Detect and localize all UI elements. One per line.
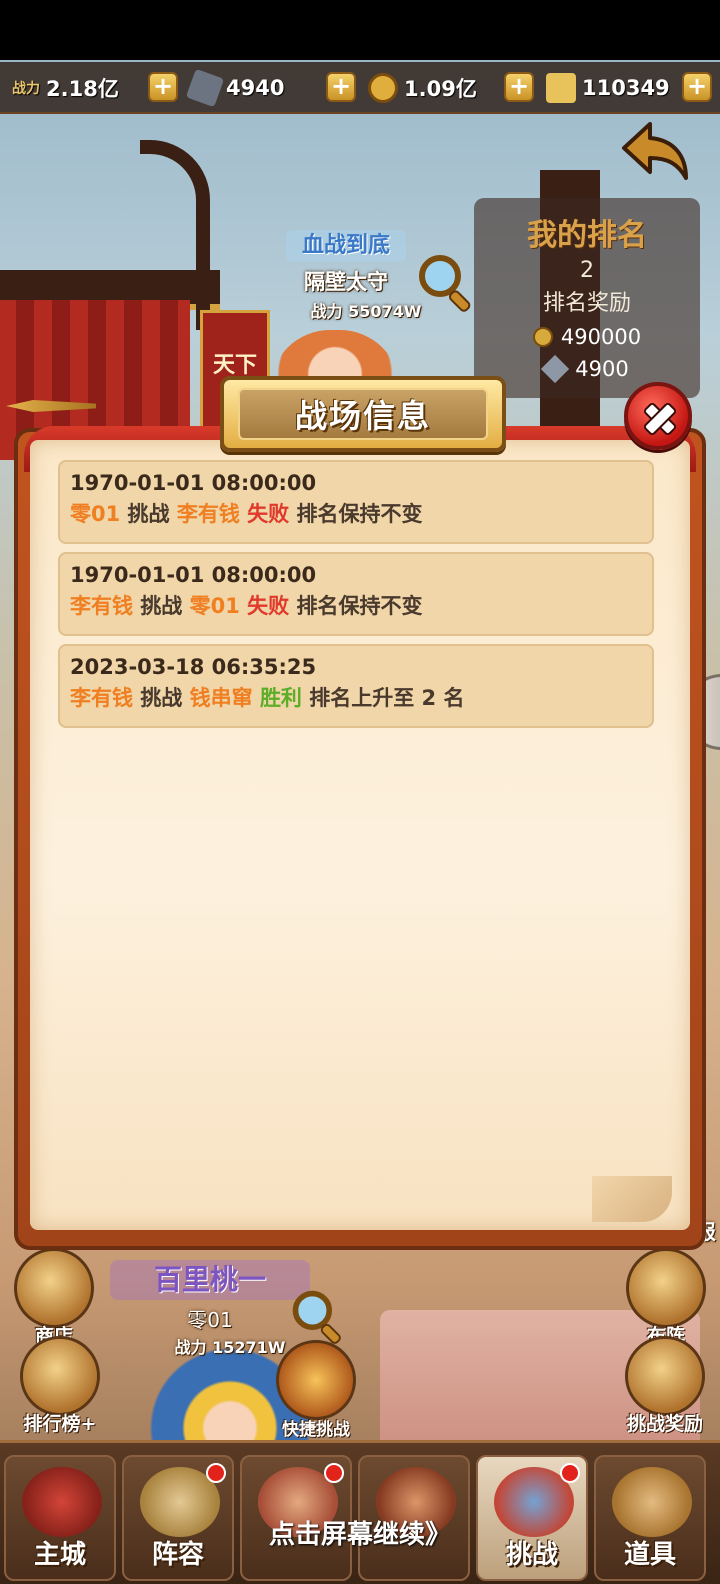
record-result: 胜利 [259, 686, 302, 710]
coin-reward: 490000 [474, 325, 700, 349]
gem-display: 4940 [185, 68, 285, 108]
record-result: 失败 [247, 502, 290, 526]
inspect-magnifier-icon[interactable] [414, 250, 478, 314]
challenge-reward-label: 挑战奖励 [626, 1413, 703, 1435]
add-power-button[interactable]: + [148, 72, 178, 102]
notification-dot [206, 1463, 226, 1483]
my-rank-panel: 我的排名 2 排名奖励 490000 4900 [474, 198, 700, 398]
honor-display: 110349 [546, 70, 670, 106]
player-magnifier-icon[interactable] [288, 1286, 348, 1346]
shop-icon [14, 1248, 94, 1328]
battle-record-row: 2023-03-18 06:35:25 李有钱 挑战 钱串窜 胜利 排名上升至 2… [58, 644, 654, 728]
my-rank-title: 我的排名 [527, 218, 647, 253]
treasure-chest-icon [625, 1336, 705, 1416]
gem-icon [541, 354, 570, 384]
leaderboard-icon [20, 1336, 100, 1416]
leaderboard-button[interactable]: 排行榜+ [8, 1336, 112, 1436]
record-effect: 排名保持不变 [296, 502, 423, 526]
record-verb: 挑战 [140, 594, 183, 618]
power-value: 2.18亿 [46, 77, 119, 101]
record-attacker: 李有钱 [70, 686, 133, 710]
record-summary: 李有钱 挑战 钱串窜 胜利 排名上升至 2 名 [70, 682, 642, 714]
record-attacker: 零01 [70, 502, 121, 526]
record-verb: 挑战 [127, 502, 170, 526]
resource-bar: 战力 2.18亿 + 4940 + 1.09亿 + 110349 + [0, 62, 720, 114]
coin-icon [532, 327, 553, 347]
battle-record-list: 1970-01-01 08:00:00 零01 挑战 李有钱 失败 排名保持不变 1… [58, 460, 654, 736]
back-arrow-icon[interactable] [620, 120, 692, 182]
dialog-title: 战场信息 [294, 397, 431, 435]
record-attacker: 李有钱 [70, 594, 133, 618]
leaderboard-label: 排行榜+ [23, 1413, 97, 1435]
record-time: 2023-03-18 06:35:25 [70, 655, 317, 679]
add-gem-button[interactable]: + [326, 72, 356, 102]
my-rank-value: 2 [580, 258, 594, 283]
power-label: 战力 [12, 81, 40, 97]
gem-icon [185, 68, 225, 108]
coin-display: 1.09亿 [368, 70, 477, 106]
notification-dot [560, 1463, 580, 1483]
opponent-title: 血战到底 [286, 230, 406, 262]
notification-dot [324, 1463, 344, 1483]
honor-value: 110349 [582, 76, 670, 100]
formation-button[interactable]: 布阵 [620, 1248, 712, 1348]
record-result: 失败 [247, 594, 290, 618]
coin-icon [368, 73, 398, 103]
tap-to-continue-hint[interactable]: 点击屏幕继续》 [0, 1514, 720, 1551]
gem-value: 4940 [226, 76, 285, 100]
spear-decoration [6, 400, 96, 412]
coin-value: 1.09亿 [404, 77, 477, 101]
record-time: 1970-01-01 08:00:00 [70, 471, 317, 495]
bottom-nav: 主城 阵容 挑战 道具 [0, 1440, 720, 1584]
opponent-name: 隔壁太守 [304, 270, 388, 294]
battle-info-dialog: 战场信息 1970-01-01 08:00:00 零01 挑战 李有钱 失败 排名… [6, 376, 706, 1250]
record-effect: 排名上升至 2 名 [309, 686, 465, 710]
add-coin-button[interactable]: + [504, 72, 534, 102]
add-honor-button[interactable]: + [682, 72, 712, 102]
ingot-icon [546, 73, 576, 103]
gem-reward: 4900 [474, 354, 700, 384]
quick-challenge-label: 快捷挑战 [282, 1420, 350, 1440]
palace-ornament-left [140, 140, 210, 330]
battle-record-row: 1970-01-01 08:00:00 零01 挑战 李有钱 失败 排名保持不变 [58, 460, 654, 544]
record-defender: 零01 [189, 594, 240, 618]
record-verb: 挑战 [140, 686, 183, 710]
player-title: 百里桃一 [110, 1260, 310, 1300]
battle-record-row: 1970-01-01 08:00:00 李有钱 挑战 零01 失败 排名保持不变 [58, 552, 654, 636]
coin-reward-value: 490000 [560, 325, 642, 349]
record-summary: 零01 挑战 李有钱 失败 排名保持不变 [70, 498, 642, 530]
record-summary: 李有钱 挑战 零01 失败 排名保持不变 [70, 590, 642, 622]
close-icon[interactable] [624, 382, 692, 450]
record-effect: 排名保持不变 [296, 594, 423, 618]
power-display: 战力 2.18亿 [12, 70, 119, 106]
paper-curl [592, 1176, 672, 1222]
record-defender: 李有钱 [176, 502, 240, 526]
gem-reward-value: 4900 [575, 357, 629, 381]
formation-grid-icon [626, 1248, 706, 1328]
rank-reward-label: 排名奖励 [542, 291, 631, 316]
player-name: 零01 [187, 1308, 233, 1332]
dialog-title-plate: 战场信息 [220, 376, 506, 452]
quick-challenge-button[interactable]: 快捷挑战 [264, 1340, 368, 1440]
record-time: 1970-01-01 08:00:00 [70, 563, 317, 587]
challenge-reward-button[interactable]: 挑战奖励 [612, 1336, 718, 1436]
shop-button[interactable]: 商店 [8, 1248, 100, 1348]
crossed-swords-icon [276, 1340, 356, 1420]
record-defender: 钱串窜 [189, 686, 253, 710]
